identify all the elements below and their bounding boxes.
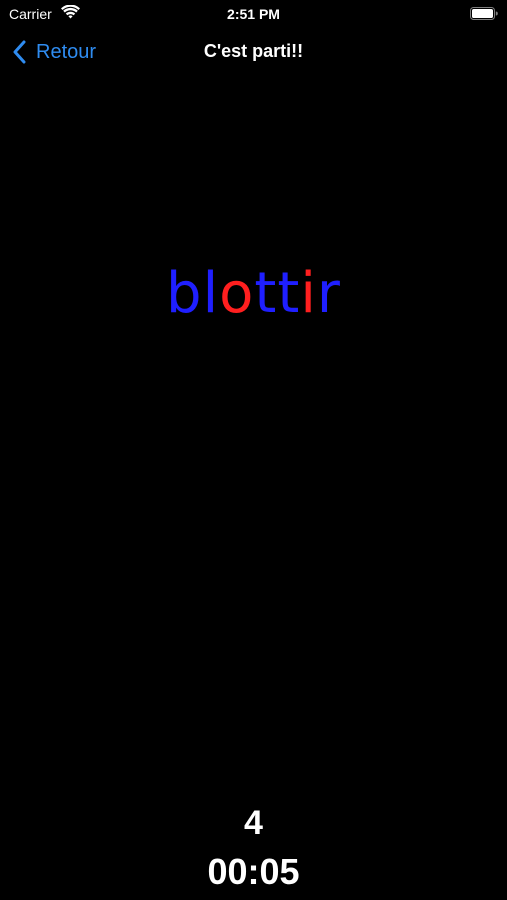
word-letter: i [300, 261, 317, 326]
word-letter: o [219, 261, 255, 326]
game-screen: Carrier 2:51 PM Retour C'est parti!! blo… [0, 0, 507, 900]
word-letter: b [166, 261, 203, 326]
word-letter: l [202, 261, 220, 326]
status-bar: Carrier 2:51 PM [0, 0, 507, 30]
page-title: C'est parti!! [203, 41, 304, 61]
timer: 00:05 [207, 851, 300, 892]
word-count: 4 [244, 804, 263, 842]
word-display: blottir [0, 262, 507, 326]
word-letter: t [254, 261, 278, 326]
navigation-bar: Retour C'est parti!! [0, 30, 507, 74]
battery-icon [470, 7, 498, 20]
status-time: 2:51 PM [227, 6, 280, 22]
word-letter: r [316, 261, 341, 326]
word-letter: t [277, 261, 301, 326]
